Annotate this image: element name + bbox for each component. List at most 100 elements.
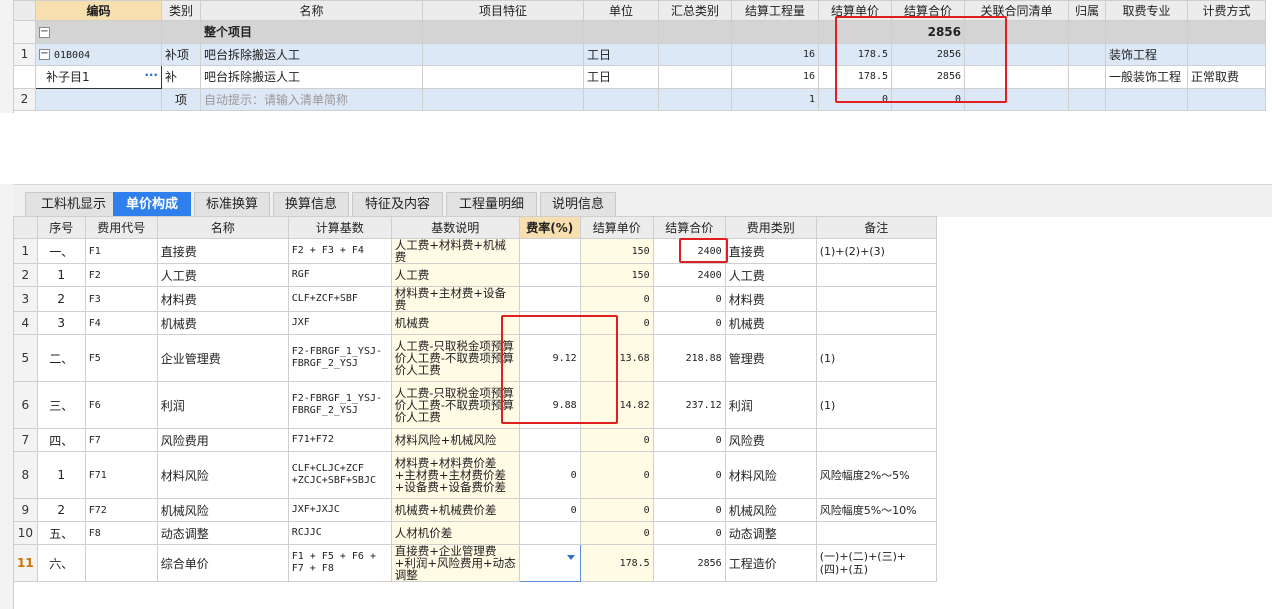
name-cell[interactable]: 机械风险 [156, 498, 289, 522]
unit-cell[interactable] [583, 87, 659, 111]
owner-cell[interactable] [1068, 65, 1106, 89]
rate-cell[interactable] [518, 238, 581, 264]
name-cell[interactable]: 机械费 [156, 311, 289, 335]
sum-cat-cell[interactable] [658, 42, 732, 66]
unit-price-cell[interactable]: 13.68 [579, 334, 654, 382]
table-row[interactable]: 7 四、 F7 风险费用 F71+F72 材料风险+机械风险 0 0 风险费 [13, 428, 937, 452]
table-row[interactable]: 2 1 F2 人工费 RGF 人工费 150 2400 人工费 [13, 263, 937, 287]
contract-cell[interactable] [964, 42, 1069, 66]
rate-cell[interactable] [518, 286, 581, 312]
collapse-icon[interactable]: − [39, 26, 50, 38]
code-cell[interactable]: −01B004 [35, 42, 162, 66]
fee-method-cell[interactable] [1187, 42, 1266, 66]
total-cell[interactable]: 0 [652, 521, 726, 545]
seq-cell[interactable]: 四、 [36, 428, 86, 452]
header-contract[interactable]: 关联合同清单 [964, 0, 1069, 21]
unit-price-cell[interactable]: 0 [579, 451, 654, 499]
category-cell[interactable]: 材料风险 [724, 451, 817, 499]
rate-cell[interactable] [518, 311, 581, 335]
total-row[interactable]: − 整个项目 2856 [13, 20, 1266, 44]
total-cell[interactable]: 0 [652, 428, 726, 452]
amount-cell[interactable]: 0 [891, 87, 965, 111]
base-desc-cell[interactable]: 机械费+机械费价差 [390, 498, 520, 522]
amount-cell[interactable]: 2856 [891, 65, 965, 89]
code-cell[interactable]: ··· 补子目1 [35, 65, 162, 89]
header-owner[interactable]: 归属 [1068, 0, 1106, 21]
remark-cell[interactable] [815, 286, 937, 312]
total-cell[interactable]: 2400 [652, 238, 726, 264]
table-row[interactable]: 1 一、 F1 直接费 F2 + F3 + F4 人工费+材料费+机械费 150 2400 直接… [13, 238, 937, 264]
table-row[interactable]: 4 3 F4 机械费 JXF 机械费 0 0 机械费 [13, 311, 937, 335]
total-cell[interactable]: 0 [652, 498, 726, 522]
unit-cell[interactable]: 工日 [583, 42, 659, 66]
fee-spec-cell[interactable]: 装饰工程 [1105, 42, 1188, 66]
rate-cell[interactable]: 9.12 [518, 334, 581, 382]
seq-cell[interactable]: 三、 [36, 381, 86, 429]
base-desc-cell[interactable]: 材料风险+机械风险 [390, 428, 520, 452]
feature-cell[interactable] [422, 42, 584, 66]
header-unit[interactable]: 单位 [583, 0, 659, 21]
table-row[interactable]: 10 五、 F8 动态调整 RCJJC 人材机价差 0 0 动态调整 [13, 521, 937, 545]
header-type[interactable]: 类别 [161, 0, 201, 21]
name-cell[interactable]: 企业管理费 [156, 334, 289, 382]
table-row[interactable]: 2 项 自动提示：请输入清单简称 1 0 0 [13, 87, 1266, 111]
tab-features-content[interactable]: 特征及内容 [352, 192, 443, 216]
contract-cell[interactable] [964, 65, 1069, 89]
unit-price-cell[interactable]: 0 [579, 311, 654, 335]
fee-code-cell[interactable]: F4 [84, 311, 158, 335]
fee-code-cell[interactable]: F1 [84, 238, 158, 264]
base-desc-cell[interactable]: 人工费-只取税金项预算价人工费-不取费项预算价人工费 [390, 381, 520, 429]
name-cell[interactable]: 吧台拆除搬运人工 [200, 42, 423, 66]
fee-method-cell[interactable]: 正常取费 [1187, 65, 1266, 89]
table-row[interactable]: 9 2 F72 机械风险 JXF+JXJC 机械费+机械费价差 0 0 0 机械风险 风险幅度5%～… [13, 498, 937, 522]
category-cell[interactable]: 人工费 [724, 263, 817, 287]
table-row[interactable]: ··· 补子目1 补 吧台拆除搬运人工 工日 16 178.5 2856 一般装饰… [13, 65, 1266, 89]
category-cell[interactable]: 材料费 [724, 286, 817, 312]
feature-cell[interactable] [422, 87, 584, 111]
remark-cell[interactable] [815, 263, 937, 287]
rate-cell[interactable] [518, 521, 581, 545]
code-cell[interactable] [35, 87, 162, 111]
base-cell[interactable]: F2-FBRGF_1_YSJ-FBRGF_2_YSJ [287, 334, 392, 382]
table-row[interactable]: 3 2 F3 材料费 CLF+ZCF+SBF 材料费+主材费+设备费 0 0 材料费 [13, 286, 937, 312]
tab-conversion-info[interactable]: 换算信息 [273, 192, 349, 216]
base-desc-cell[interactable]: 人材机价差 [390, 521, 520, 545]
total-cell[interactable]: 237.12 [652, 381, 726, 429]
unit-price-cell[interactable]: 150 [579, 238, 654, 264]
base-cell[interactable]: F2-FBRGF_1_YSJ-FBRGF_2_YSJ [287, 381, 392, 429]
header-amount[interactable]: 结算合价 [891, 0, 965, 21]
category-cell[interactable]: 管理费 [724, 334, 817, 382]
seq-cell[interactable]: 2 [36, 286, 86, 312]
category-cell[interactable]: 动态调整 [724, 521, 817, 545]
base-desc-cell[interactable]: 人工费+材料费+机械费 [390, 238, 520, 264]
qty-cell[interactable]: 16 [731, 65, 819, 89]
rate-cell[interactable]: 0 [518, 451, 581, 499]
seq-cell[interactable]: 一、 [36, 238, 86, 264]
header-remark[interactable]: 备注 [815, 216, 937, 239]
rate-cell[interactable] [518, 263, 581, 287]
header-unit-price[interactable]: 结算单价 [818, 0, 892, 21]
seq-cell[interactable]: 二、 [36, 334, 86, 382]
tab-description[interactable]: 说明信息 [540, 192, 616, 216]
header-quantity[interactable]: 结算工程量 [731, 0, 819, 21]
name-cell[interactable]: 风险费用 [156, 428, 289, 452]
tree-cell[interactable]: − [35, 20, 162, 44]
total-cell[interactable]: 0 [652, 451, 726, 499]
tab-quantity-details[interactable]: 工程量明细 [446, 192, 537, 216]
price-cell[interactable]: 178.5 [818, 42, 892, 66]
unit-price-cell[interactable]: 14.82 [579, 381, 654, 429]
category-cell[interactable]: 机械风险 [724, 498, 817, 522]
table-row[interactable]: 1 −01B004 补项 吧台拆除搬运人工 工日 16 178.5 2856 装… [13, 42, 1266, 66]
header-unit-price[interactable]: 结算单价 [579, 216, 654, 239]
category-cell[interactable]: 利润 [724, 381, 817, 429]
base-cell[interactable]: RCJJC [287, 521, 392, 545]
base-desc-cell[interactable]: 人工费 [390, 263, 520, 287]
remark-cell[interactable]: (1)+(2)+(3) [815, 238, 937, 264]
name-cell[interactable]: 材料风险 [156, 451, 289, 499]
owner-cell[interactable] [1068, 42, 1106, 66]
name-cell[interactable]: 综合单价 [156, 544, 289, 582]
unit-price-cell[interactable]: 0 [579, 521, 654, 545]
header-base-desc[interactable]: 基数说明 [390, 216, 520, 239]
seq-cell[interactable]: 1 [36, 263, 86, 287]
total-cell[interactable]: 218.88 [652, 334, 726, 382]
